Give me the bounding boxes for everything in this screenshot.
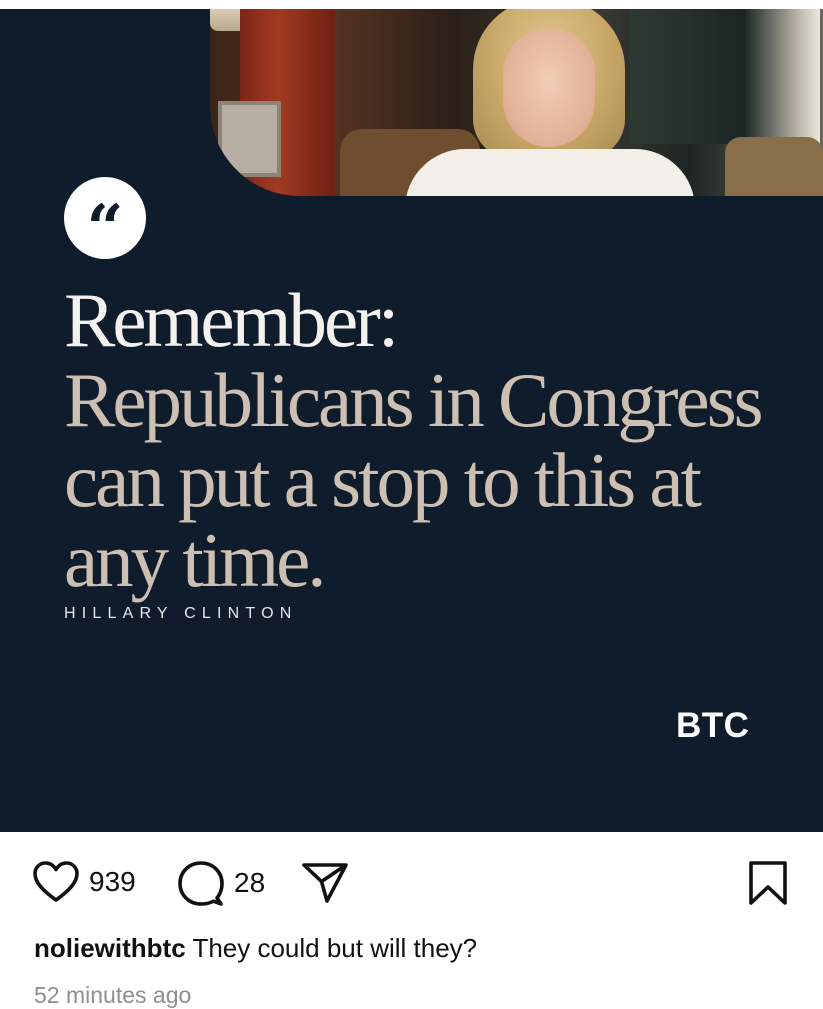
quote-lead: Remember:	[64, 277, 399, 363]
brand-logo: BTC	[676, 706, 750, 745]
post-caption: noliewithbtc They could but will they?	[34, 933, 477, 964]
share-button[interactable]	[301, 862, 349, 904]
comment-icon	[178, 861, 224, 906]
quote-rest: Republicans in Congress can put a stop t…	[64, 357, 764, 603]
caption-text: They could but will they?	[192, 933, 478, 963]
bookmark-icon	[749, 861, 787, 905]
quote-mark-icon: “	[64, 177, 146, 261]
like-count[interactable]: 939	[89, 866, 136, 898]
caption-username[interactable]: noliewithbtc	[34, 933, 186, 963]
speaker-jacket	[405, 149, 695, 196]
post-image[interactable]: “ Remember: Republicans in Congress can …	[0, 0, 823, 832]
speaker-face	[503, 29, 595, 147]
chair	[725, 137, 823, 196]
comment-button[interactable]: 28	[177, 860, 265, 906]
share-icon	[302, 863, 348, 903]
quote-author: HILLARY CLINTON	[64, 605, 298, 622]
speaker-figure	[405, 9, 695, 196]
speaker-photo	[210, 9, 823, 196]
picture-frame	[218, 101, 281, 177]
comment-count[interactable]: 28	[234, 867, 265, 899]
heart-icon	[33, 861, 79, 902]
post-actions-bar: 939 28	[0, 850, 823, 914]
like-button[interactable]: 939	[32, 860, 136, 904]
post-timestamp: 52 minutes ago	[34, 982, 192, 1008]
save-button[interactable]	[748, 860, 788, 906]
top-divider	[0, 0, 823, 9]
quote-text: Remember: Republicans in Congress can pu…	[64, 280, 804, 600]
